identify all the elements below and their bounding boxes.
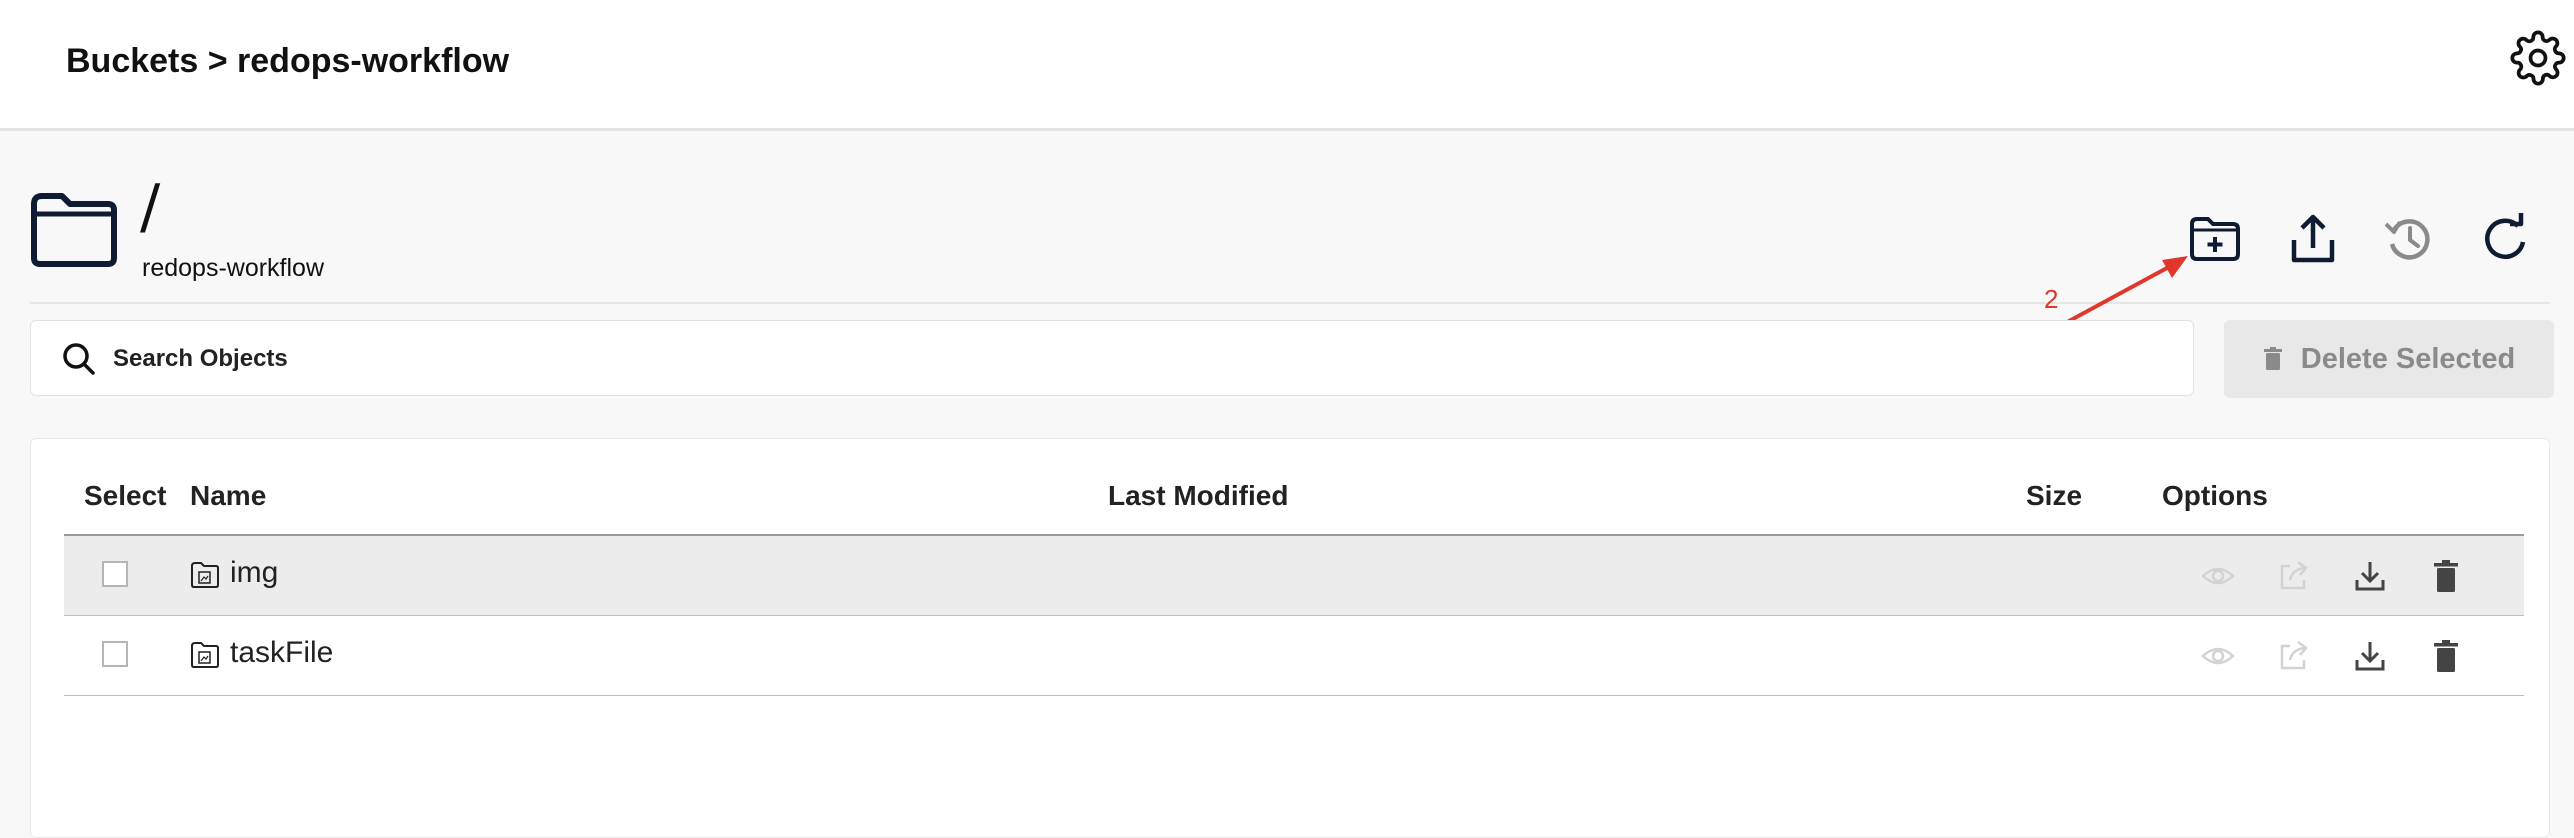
current-path: / [140, 172, 161, 242]
column-header-last-modified[interactable]: Last Modified [1108, 480, 1288, 512]
row-checkbox[interactable] [102, 641, 128, 667]
folder-icon [191, 562, 219, 588]
download-icon[interactable] [2352, 638, 2388, 674]
share-icon[interactable] [2276, 638, 2312, 674]
trash-icon [2263, 347, 2282, 370]
search-input[interactable] [111, 335, 2165, 383]
folder-icon [191, 642, 219, 668]
table-row[interactable]: taskFile [64, 616, 2524, 696]
upload-icon[interactable] [2284, 210, 2342, 268]
column-header-options: Options [2162, 480, 2268, 511]
trash-icon[interactable] [2428, 638, 2464, 674]
breadcrumb[interactable]: Buckets > redops-workflow [66, 42, 509, 81]
row-checkbox[interactable] [102, 561, 128, 587]
column-header-size[interactable]: Size [2026, 480, 2082, 512]
refresh-icon[interactable] [2476, 210, 2534, 268]
download-icon[interactable] [2352, 558, 2388, 594]
search-box [30, 320, 2194, 396]
delete-selected-label: Delete Selected [2300, 342, 2516, 375]
column-header-name[interactable]: Name [190, 480, 266, 512]
history-icon[interactable] [2380, 210, 2438, 268]
trash-icon[interactable] [2428, 558, 2464, 594]
eye-icon[interactable] [2200, 638, 2236, 674]
bucket-name: redops-workflow [142, 254, 325, 282]
share-icon[interactable] [2276, 558, 2312, 594]
row-name[interactable]: img [230, 556, 278, 590]
top-bar: Buckets > redops-workflow [0, 0, 2574, 131]
row-name[interactable]: taskFile [230, 636, 333, 670]
column-header-select: Select [84, 480, 167, 511]
search-icon [63, 343, 95, 375]
gear-icon[interactable] [2510, 30, 2566, 86]
eye-icon[interactable] [2200, 558, 2236, 594]
delete-selected-button[interactable]: Delete Selected [2224, 320, 2554, 398]
table-row[interactable]: img [64, 536, 2524, 616]
folder-icon [31, 193, 117, 267]
